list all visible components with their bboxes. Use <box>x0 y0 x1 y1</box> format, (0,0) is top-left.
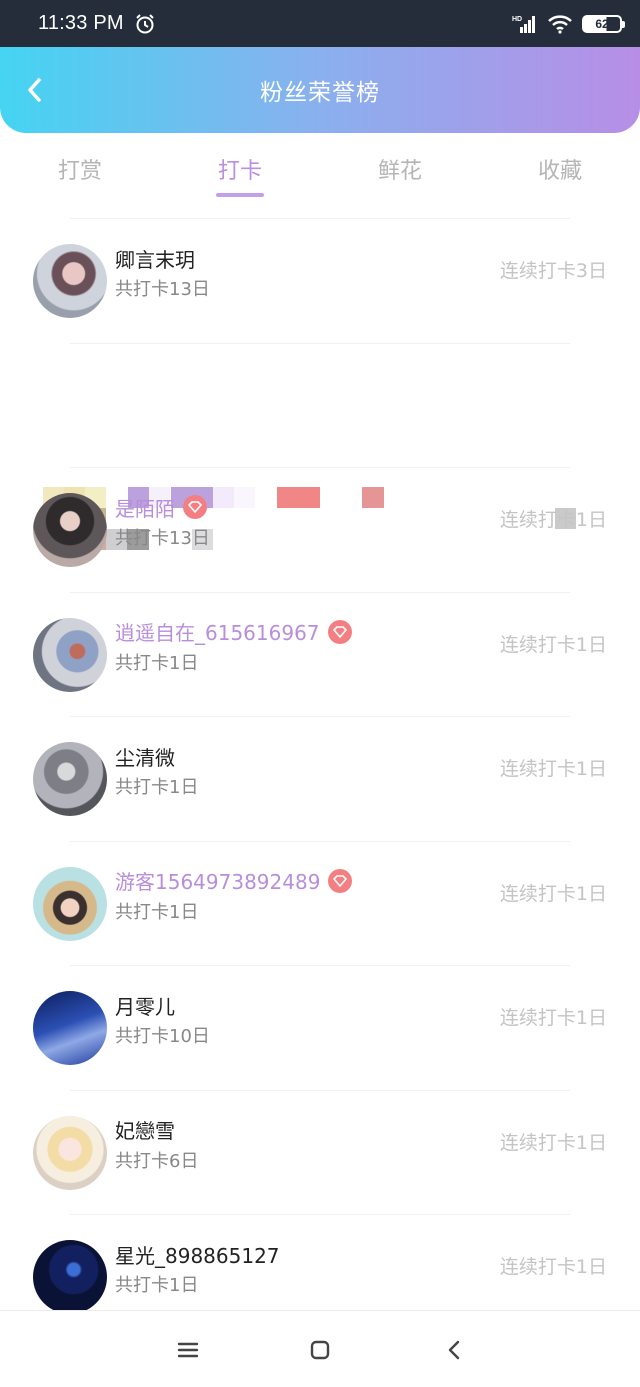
list-item[interactable]: 逍遥自在_615616967 共打卡1日 连续打卡1日 <box>0 593 640 717</box>
total-checkin-days: 共打卡1日 <box>115 652 199 674</box>
page-header: 粉丝荣誉榜 <box>0 47 640 133</box>
fan-ranking-list: 卿言末玥 共打卡13日 连续打卡3日 是陌陌 共打卡13日 连续打卡1日 逍遥自… <box>0 219 640 1340</box>
page-title: 粉丝荣誉榜 <box>260 80 380 106</box>
tab-bar: 打赏 打卡 鲜花 收藏 <box>0 133 640 203</box>
user-name: 尘清微 <box>115 745 175 770</box>
list-item[interactable]: 妃戀雪 共打卡6日 连续打卡1日 <box>0 1091 640 1215</box>
tab-label: 鲜花 <box>377 159 422 184</box>
diamond-icon <box>327 619 352 644</box>
row-text: 逍遥自在_615616967 共打卡1日 <box>115 617 352 675</box>
tab-label: 打卡 <box>217 159 262 184</box>
status-time: 11:33 PM <box>38 12 124 34</box>
tab-label: 打赏 <box>57 159 102 184</box>
avatar <box>33 493 107 568</box>
user-name: 妃戀雪 <box>115 1119 175 1143</box>
tab-flowers[interactable]: 鲜花 <box>320 133 480 203</box>
menu-icon <box>177 1342 199 1358</box>
avatar <box>33 1115 107 1190</box>
user-name: 逍遥自在_615616967 <box>115 621 320 645</box>
tab-checkin[interactable]: 打卡 <box>160 133 320 203</box>
streak-days: 连续打卡1日 <box>499 758 607 780</box>
total-checkin-days: 共打卡1日 <box>115 901 199 923</box>
row-text: 游客1564973892489 共打卡1日 <box>115 866 353 924</box>
list-item[interactable]: 是陌陌 共打卡13日 连续打卡1日 <box>0 468 640 593</box>
svg-text:HD: HD <box>512 16 522 23</box>
list-item[interactable]: 卿言末玥 共打卡13日 连续打卡3日 <box>0 219 640 344</box>
total-checkin-days: 共打卡1日 <box>115 777 199 798</box>
avatar <box>33 617 107 692</box>
user-name: 星光_898865127 <box>115 1243 280 1268</box>
list-item[interactable]: 游客1564973892489 共打卡1日 连续打卡1日 <box>0 842 640 966</box>
cell-signal-icon: HD <box>512 14 538 34</box>
square-icon <box>310 1340 330 1360</box>
row-text: 星光_898865127 共打卡1日 <box>115 1239 280 1297</box>
total-checkin-days: 共打卡6日 <box>115 1150 199 1172</box>
list-item[interactable]: 月零儿 共打卡10日 连续打卡1日 <box>0 966 640 1091</box>
total-checkin-days: 共打卡13日 <box>115 279 210 300</box>
total-checkin-days: 共打卡13日 <box>115 528 210 549</box>
diamond-icon <box>183 495 207 519</box>
streak-days: 连续打卡1日 <box>499 633 607 656</box>
user-name: 卿言末玥 <box>115 247 195 272</box>
row-text: 卿言末玥 共打卡13日 <box>115 243 210 301</box>
battery-indicator: 62 <box>582 14 625 33</box>
tab-favorites[interactable]: 收藏 <box>480 133 640 203</box>
total-checkin-days: 共打卡1日 <box>115 1275 199 1296</box>
streak-days: 连续打卡3日 <box>499 260 607 282</box>
avatar <box>33 244 107 319</box>
list-item[interactable]: 尘清微 共打卡1日 连续打卡1日 <box>0 717 640 842</box>
status-icons: HD 62 <box>512 14 625 34</box>
user-name: 游客1564973892489 <box>115 870 321 894</box>
streak-days: 连续打卡1日 <box>499 882 607 905</box>
row-text: 月零儿 共打卡10日 <box>115 990 210 1048</box>
active-tab-indicator <box>216 193 264 197</box>
chevron-left-icon <box>448 1340 460 1360</box>
streak-days: 连续打卡1日 <box>499 509 607 531</box>
avatar <box>33 991 107 1066</box>
alarm-clock-icon <box>134 13 156 35</box>
streak-days: 连续打卡1日 <box>499 1256 607 1278</box>
streak-days: 连续打卡1日 <box>499 1007 607 1029</box>
back-button[interactable] <box>18 73 50 107</box>
user-name: 是陌陌 <box>115 496 175 521</box>
streak-days: 连续打卡1日 <box>499 1131 607 1154</box>
row-text: 是陌陌 共打卡13日 <box>115 492 210 550</box>
tab-label: 收藏 <box>537 159 582 184</box>
wifi-icon <box>547 14 573 34</box>
system-nav-bar <box>0 1310 640 1387</box>
recent-apps-button[interactable] <box>175 1337 201 1363</box>
back-nav-button[interactable] <box>441 1337 467 1363</box>
pixelated-mosaic <box>0 344 640 550</box>
status-bar: 11:33 PM HD 62 <box>0 0 640 47</box>
avatar <box>33 1240 107 1315</box>
diamond-icon <box>328 868 353 893</box>
avatar <box>33 866 107 941</box>
avatar <box>33 742 107 817</box>
total-checkin-days: 共打卡10日 <box>115 1026 210 1047</box>
tab-reward[interactable]: 打赏 <box>0 133 160 203</box>
row-text: 妃戀雪 共打卡6日 <box>115 1115 198 1173</box>
home-button[interactable] <box>307 1337 333 1363</box>
chevron-left-icon <box>28 78 41 102</box>
list-item-obscured[interactable] <box>0 344 640 550</box>
row-text: 尘清微 共打卡1日 <box>115 741 198 799</box>
user-name: 月零儿 <box>115 994 175 1019</box>
